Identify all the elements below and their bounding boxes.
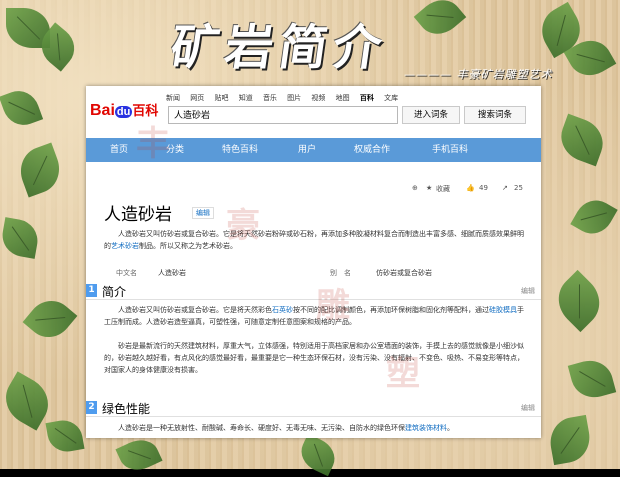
leaf-decoration: [546, 414, 594, 466]
leaf-decoration: [554, 113, 610, 167]
top-nav-item[interactable]: 新闻: [166, 94, 180, 102]
banner-title: 矿岩简介: [167, 20, 392, 76]
summary-paragraph: 人造砂岩又叫仿砂岩或复合砂岩。它是将天然砂岩粉碎或砂石粉，再添加多种胶凝材料复合…: [104, 228, 524, 252]
leaf-decoration: [115, 433, 163, 477]
share-icon[interactable]: ↗: [502, 184, 508, 192]
leaf-decoration: [547, 269, 611, 333]
watermark-char: 丰: [136, 124, 170, 164]
baike-page: 新闻 网页 贴吧 知道 音乐 图片 视频 地图 百科 文库 Bai du 百科 人造…: [86, 86, 541, 438]
logo-paw-du: du: [114, 106, 133, 118]
info-key-alias: 别 名: [330, 269, 351, 277]
leaf-decoration: [45, 417, 85, 455]
summary-link[interactable]: 艺术砂岩: [111, 242, 139, 250]
like-count: 49: [479, 184, 488, 192]
section-edit-button[interactable]: 编辑: [521, 286, 535, 296]
star-icon[interactable]: ★: [426, 184, 432, 192]
watermark-char: 雕: [316, 286, 350, 326]
watermark-char: 塑: [386, 354, 420, 394]
main-nav-featured[interactable]: 特色百科: [222, 138, 258, 162]
green-paragraph: 人造砂岩是一种无放射性、耐酸碱、寿命长、硬度好、无毒无味、无污染、自防水的绿色环…: [104, 422, 524, 434]
intro-text: 人造砂岩又叫仿砂岩或复合砂岩。它是将天然彩色: [118, 306, 272, 314]
section-title: 简介: [102, 285, 127, 299]
enter-entry-button[interactable]: 进入词条: [402, 106, 460, 124]
top-nav-item[interactable]: 网页: [190, 94, 204, 102]
banner-subtitle: ———— 丰豪矿岩雕塑艺术: [404, 68, 553, 81]
main-nav-mobile[interactable]: 手机百科: [432, 138, 468, 162]
leaf-decoration: [0, 85, 44, 131]
add-icon[interactable]: ⊕: [412, 184, 418, 192]
search-entry-button[interactable]: 搜索词条: [464, 106, 526, 124]
leaf-decoration: [413, 0, 467, 43]
green-text: 。: [447, 424, 454, 432]
share-count: 25: [514, 184, 523, 192]
intro-link[interactable]: 硅胶模具: [489, 306, 517, 314]
leaf-decoration: [0, 217, 41, 259]
leaf-decoration: [570, 192, 618, 242]
top-nav-item[interactable]: 知道: [239, 94, 253, 102]
main-nav-home[interactable]: 首页: [110, 138, 128, 162]
section-header-intro: 1 简介 编辑: [86, 283, 541, 300]
collect-button[interactable]: 收藏: [436, 184, 450, 194]
edit-button[interactable]: 编辑: [192, 207, 214, 219]
leaf-decoration: [567, 355, 617, 403]
top-nav-item-active[interactable]: 百科: [360, 94, 374, 102]
intro-link[interactable]: 石英砂: [272, 306, 293, 314]
leaf-decoration: [295, 433, 341, 477]
green-text: 人造砂岩是一种无放射性、耐酸碱、寿命长、硬度好、无毒无味、无污染、自防水的绿色环…: [118, 424, 405, 432]
top-nav-item[interactable]: 地图: [336, 94, 350, 102]
top-nav-item[interactable]: 音乐: [263, 94, 277, 102]
main-nav-authority[interactable]: 权威合作: [354, 138, 390, 162]
section-edit-button[interactable]: 编辑: [521, 403, 535, 413]
top-nav-item[interactable]: 文库: [384, 94, 398, 102]
summary-text: 制品。所以又称之为艺术砂岩。: [139, 242, 237, 250]
wood-background: 矿岩简介 ———— 丰豪矿岩雕塑艺术 新闻 网页 贴吧 知道 音乐 图片 视频 …: [0, 0, 620, 477]
leaf-decoration: [13, 142, 67, 198]
section-number: 2: [86, 401, 97, 414]
intro-paragraph-1: 人造砂岩又叫仿砂岩或复合砂岩。它是将天然彩色石英砂按不同的配比调制颜色，再添加环…: [104, 304, 524, 328]
info-key-cn-name: 中文名: [116, 269, 137, 277]
section-header-green: 2 绿色性能 编辑: [86, 400, 541, 417]
section-title: 绿色性能: [102, 402, 151, 416]
page-title: 人造砂岩: [104, 205, 172, 225]
top-nav-item[interactable]: 图片: [287, 94, 301, 102]
top-nav: 新闻 网页 贴吧 知道 音乐 图片 视频 地图 百科 文库: [166, 93, 406, 103]
search-input[interactable]: 人造砂岩: [168, 106, 398, 124]
watermark-char: 豪: [226, 206, 260, 246]
like-icon[interactable]: 👍: [466, 184, 475, 192]
info-val-cn-name: 人造砂岩: [158, 269, 186, 277]
main-nav-users[interactable]: 用户: [298, 138, 316, 162]
logo-bai: Bai: [90, 102, 115, 119]
top-nav-item[interactable]: 贴吧: [214, 94, 228, 102]
info-val-alias: 仿砂岩或复合砂岩: [376, 269, 432, 277]
leaf-decoration: [22, 291, 78, 347]
green-link[interactable]: 建筑装饰材料: [405, 424, 447, 432]
intro-paragraph-2: 砂岩是最新流行的天然建筑材料，厚重大气，立体感强，特别适用于高档家居和办公室墙面…: [104, 342, 524, 374]
top-nav-item[interactable]: 视频: [311, 94, 325, 102]
section-number: 1: [86, 284, 97, 297]
